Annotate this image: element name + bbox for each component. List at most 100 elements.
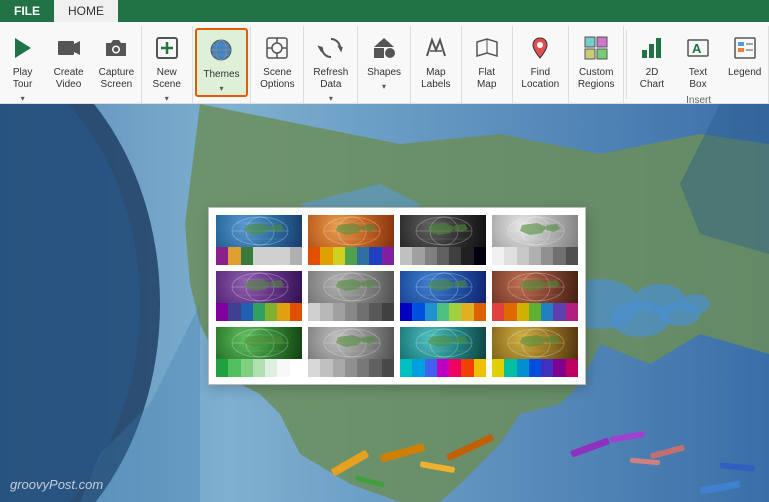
find-location-label: Find Location bbox=[521, 67, 559, 91]
theme-color-bar bbox=[400, 359, 486, 377]
refresh-data-button[interactable]: Refresh Data ▾ bbox=[307, 28, 354, 105]
create-video-button[interactable]: Create Video bbox=[47, 28, 91, 93]
legend-label: Legend bbox=[728, 67, 761, 79]
theme-globe bbox=[400, 327, 486, 359]
new-scene-button[interactable]: New Scene ▾ bbox=[145, 28, 189, 105]
color-swatch bbox=[412, 303, 424, 321]
theme-globe bbox=[308, 327, 394, 359]
new-scene-icon bbox=[151, 32, 183, 64]
ribbon-group-insert: 2D Chart A Text Box bbox=[629, 26, 769, 103]
play-icon bbox=[7, 32, 39, 64]
theme-globe bbox=[492, 215, 578, 247]
color-swatch bbox=[320, 303, 332, 321]
theme-globe bbox=[216, 327, 302, 359]
color-swatch bbox=[369, 303, 381, 321]
color-swatch bbox=[425, 359, 437, 377]
theme-globe bbox=[400, 215, 486, 247]
color-swatch bbox=[400, 359, 412, 377]
title-bar: FILE HOME bbox=[0, 0, 769, 22]
theme-item[interactable] bbox=[399, 326, 487, 378]
color-swatch bbox=[412, 247, 424, 265]
ribbon-group-shapes: Shapes ▾ bbox=[358, 26, 411, 103]
color-swatch bbox=[265, 247, 277, 265]
custom-regions-button[interactable]: Custom Regions bbox=[572, 28, 621, 93]
find-location-button[interactable]: Find Location bbox=[515, 28, 565, 93]
color-swatch bbox=[382, 247, 394, 265]
color-swatch bbox=[369, 359, 381, 377]
color-swatch bbox=[504, 247, 516, 265]
text-box-button[interactable]: A Text Box bbox=[676, 28, 720, 93]
scene-options-icon bbox=[261, 32, 293, 64]
theme-item[interactable] bbox=[399, 270, 487, 322]
color-swatch bbox=[437, 359, 449, 377]
ribbon-group-themes: Themes ▾ bbox=[193, 26, 252, 103]
map-labels-button[interactable]: Map Labels bbox=[414, 28, 458, 93]
color-swatch bbox=[449, 303, 461, 321]
color-swatch bbox=[277, 303, 289, 321]
file-tab[interactable]: FILE bbox=[0, 0, 54, 22]
theme-globe bbox=[492, 271, 578, 303]
color-swatch bbox=[345, 247, 357, 265]
theme-item[interactable] bbox=[307, 270, 395, 322]
ribbon: Play Tour ▾ Create Video bbox=[0, 22, 769, 104]
theme-item[interactable] bbox=[215, 326, 303, 378]
color-swatch bbox=[308, 359, 320, 377]
color-swatch bbox=[382, 303, 394, 321]
theme-item[interactable] bbox=[215, 214, 303, 266]
color-swatch bbox=[553, 359, 565, 377]
custom-regions-label: Custom Regions bbox=[578, 67, 615, 91]
flat-map-button[interactable]: Flat Map bbox=[465, 28, 509, 93]
theme-item[interactable] bbox=[307, 326, 395, 378]
theme-item[interactable] bbox=[399, 214, 487, 266]
color-swatch bbox=[357, 303, 369, 321]
color-swatch bbox=[566, 303, 578, 321]
color-swatch bbox=[290, 303, 302, 321]
theme-item[interactable] bbox=[491, 326, 579, 378]
capture-screen-button[interactable]: Capture Screen bbox=[93, 28, 141, 93]
theme-color-bar bbox=[308, 247, 394, 265]
map-labels-label: Map Labels bbox=[421, 67, 450, 91]
ribbon-group-custom: Custom Regions bbox=[569, 26, 624, 103]
color-swatch bbox=[241, 247, 253, 265]
2d-chart-button[interactable]: 2D Chart bbox=[630, 28, 674, 93]
color-swatch bbox=[320, 359, 332, 377]
color-swatch bbox=[333, 303, 345, 321]
themes-button[interactable]: Themes ▾ bbox=[195, 28, 247, 97]
theme-item[interactable] bbox=[215, 270, 303, 322]
color-swatch bbox=[437, 247, 449, 265]
theme-item[interactable] bbox=[491, 214, 579, 266]
shapes-icon bbox=[368, 32, 400, 64]
scene-options-button[interactable]: Scene Options bbox=[254, 28, 300, 93]
color-swatch bbox=[216, 303, 228, 321]
color-swatch bbox=[492, 247, 504, 265]
pin-icon bbox=[524, 32, 556, 64]
color-swatch bbox=[320, 247, 332, 265]
theme-dropdown bbox=[208, 207, 586, 385]
legend-button[interactable]: Legend bbox=[722, 28, 767, 81]
color-swatch bbox=[253, 303, 265, 321]
theme-item[interactable] bbox=[307, 214, 395, 266]
color-swatch bbox=[277, 247, 289, 265]
theme-globe bbox=[216, 271, 302, 303]
theme-color-bar bbox=[216, 247, 302, 265]
color-swatch bbox=[504, 359, 516, 377]
shapes-button[interactable]: Shapes ▾ bbox=[361, 28, 407, 93]
home-tab[interactable]: HOME bbox=[54, 0, 118, 22]
color-swatch bbox=[253, 359, 265, 377]
theme-globe bbox=[492, 327, 578, 359]
camera-icon bbox=[100, 32, 132, 64]
play-tour-button[interactable]: Play Tour ▾ bbox=[1, 28, 45, 105]
color-swatch bbox=[345, 303, 357, 321]
theme-item[interactable] bbox=[491, 270, 579, 322]
color-swatch bbox=[265, 303, 277, 321]
video-icon bbox=[53, 32, 85, 64]
theme-color-bar bbox=[216, 303, 302, 321]
color-swatch bbox=[541, 303, 553, 321]
color-swatch bbox=[566, 359, 578, 377]
color-swatch bbox=[412, 359, 424, 377]
shapes-arrow: ▾ bbox=[382, 82, 386, 91]
color-swatch bbox=[253, 247, 265, 265]
play-tour-label: Play Tour bbox=[13, 67, 32, 91]
color-swatch bbox=[474, 359, 486, 377]
play-tour-arrow: ▾ bbox=[21, 94, 25, 103]
